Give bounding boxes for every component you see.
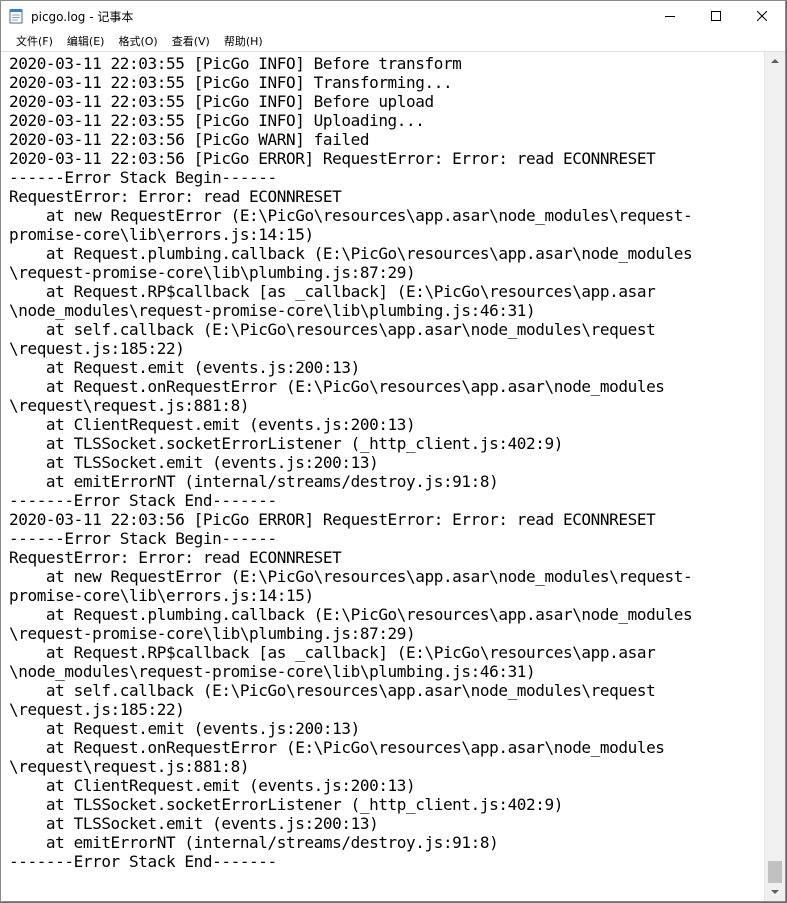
menu-view[interactable]: 查看(V) xyxy=(165,33,217,49)
scroll-down-arrow-icon xyxy=(771,890,779,894)
text-line: RequestError: Error: read ECONNRESET xyxy=(9,187,342,206)
text-line: promise-core\lib\errors.js:14:15) xyxy=(9,586,314,605)
close-button[interactable] xyxy=(739,1,785,31)
text-line: RequestError: Error: read ECONNRESET xyxy=(9,548,342,567)
minimize-icon xyxy=(665,16,675,17)
menu-bar: 文件(F) 编辑(E) 格式(O) 查看(V) 帮助(H) xyxy=(1,31,785,51)
caption-buttons xyxy=(647,1,785,31)
scroll-up-arrow-icon xyxy=(771,59,779,63)
text-line: 2020-03-11 22:03:55 [PicGo INFO] Uploadi… xyxy=(9,111,425,130)
vertical-scrollbar[interactable] xyxy=(764,52,785,901)
scroll-down-button[interactable] xyxy=(765,884,785,901)
text-line: ------Error Stack Begin------ xyxy=(9,168,277,187)
text-line: at TLSSocket.emit (events.js:200:13) xyxy=(9,814,379,833)
text-line: 2020-03-11 22:03:55 [PicGo INFO] Transfo… xyxy=(9,73,453,92)
scroll-thumb[interactable] xyxy=(768,861,782,883)
menu-file[interactable]: 文件(F) xyxy=(9,33,60,49)
text-line: at TLSSocket.emit (events.js:200:13) xyxy=(9,453,379,472)
text-line: 2020-03-11 22:03:55 [PicGo INFO] Before … xyxy=(9,92,434,111)
text-line: \node_modules\request-promise-core\lib\p… xyxy=(9,301,536,320)
menu-format[interactable]: 格式(O) xyxy=(111,33,164,49)
text-line: 2020-03-11 22:03:56 [PicGo WARN] failed xyxy=(9,130,370,149)
maximize-button[interactable] xyxy=(693,1,739,31)
text-line: at TLSSocket.socketErrorListener (_http_… xyxy=(9,795,563,814)
text-line: 2020-03-11 22:03:55 [PicGo INFO] Before … xyxy=(9,54,462,73)
scroll-up-button[interactable] xyxy=(765,52,785,69)
title-bar[interactable]: picgo.log - 记事本 xyxy=(1,1,785,31)
minimize-button[interactable] xyxy=(647,1,693,31)
maximize-icon xyxy=(711,11,721,21)
close-icon xyxy=(757,11,767,21)
notepad-icon[interactable] xyxy=(9,8,23,24)
text-line: \request\request.js:881:8) xyxy=(9,396,250,415)
text-line: \request\request.js:881:8) xyxy=(9,757,250,776)
menu-help[interactable]: 帮助(H) xyxy=(217,33,270,49)
text-line: at Request.RP$callback [as _callback] (E… xyxy=(9,643,656,662)
text-line: \request.js:185:22) xyxy=(9,339,185,358)
notepad-window: picgo.log - 记事本 文件(F) 编辑(E) 格式(O) 查看(V) … xyxy=(0,0,786,902)
text-line: \request-promise-core\lib\plumbing.js:87… xyxy=(9,624,416,643)
text-line: at ClientRequest.emit (events.js:200:13) xyxy=(9,415,416,434)
text-line: at new RequestError (E:\PicGo\resources\… xyxy=(9,206,693,225)
text-line: -------Error Stack End------- xyxy=(9,852,277,871)
text-line: at Request.emit (events.js:200:13) xyxy=(9,358,360,377)
text-line: at ClientRequest.emit (events.js:200:13) xyxy=(9,776,416,795)
text-line: 2020-03-11 22:03:56 [PicGo ERROR] Reques… xyxy=(9,510,656,529)
text-line: at self.callback (E:\PicGo\resources\app… xyxy=(9,681,656,700)
text-line: at emitErrorNT (internal/streams/destroy… xyxy=(9,833,499,852)
menu-edit[interactable]: 编辑(E) xyxy=(60,33,112,49)
text-line: at Request.onRequestError (E:\PicGo\reso… xyxy=(9,377,665,396)
text-line: at Request.plumbing.callback (E:\PicGo\r… xyxy=(9,605,693,624)
text-line: at Request.onRequestError (E:\PicGo\reso… xyxy=(9,738,665,757)
text-line: at Request.emit (events.js:200:13) xyxy=(9,719,360,738)
text-line: at TLSSocket.socketErrorListener (_http_… xyxy=(9,434,563,453)
text-line: at Request.RP$callback [as _callback] (E… xyxy=(9,282,656,301)
text-line: \request.js:185:22) xyxy=(9,700,185,719)
text-line: \node_modules\request-promise-core\lib\p… xyxy=(9,662,536,681)
text-line: \request-promise-core\lib\plumbing.js:87… xyxy=(9,263,416,282)
text-line: 2020-03-11 22:03:56 [PicGo ERROR] Reques… xyxy=(9,149,656,168)
text-line: at self.callback (E:\PicGo\resources\app… xyxy=(9,320,656,339)
text-line: at emitErrorNT (internal/streams/destroy… xyxy=(9,472,499,491)
text-line: -------Error Stack End------- xyxy=(9,491,277,510)
text-line: ------Error Stack Begin------ xyxy=(9,529,277,548)
text-line: promise-core\lib\errors.js:14:15) xyxy=(9,225,314,244)
text-content[interactable]: 2020-03-11 22:03:55 [PicGo INFO] Before … xyxy=(9,54,761,891)
text-line: at Request.plumbing.callback (E:\PicGo\r… xyxy=(9,244,693,263)
window-title: picgo.log - 记事本 xyxy=(31,9,134,24)
text-line: at new RequestError (E:\PicGo\resources\… xyxy=(9,567,693,586)
editor-area[interactable]: 2020-03-11 22:03:55 [PicGo INFO] Before … xyxy=(1,51,785,901)
